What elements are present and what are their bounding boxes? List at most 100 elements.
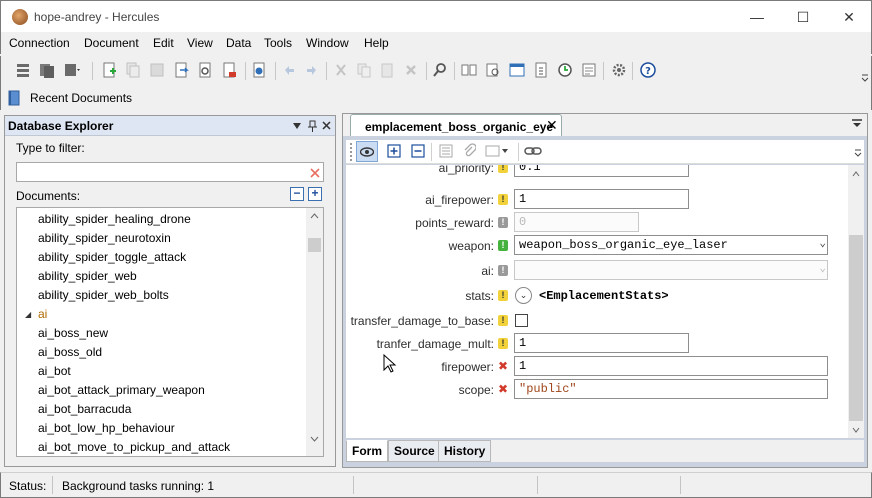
ai-priority-input[interactable]: 0.1 — [514, 165, 689, 177]
refresh-icon[interactable] — [251, 62, 267, 78]
scroll-up-icon[interactable] — [310, 213, 319, 219]
tree-item[interactable]: ai_boss_new — [38, 324, 108, 343]
menu-data[interactable]: Data — [226, 36, 251, 50]
clear-filter-icon[interactable] — [310, 168, 320, 178]
form-scrollbar[interactable] — [848, 165, 864, 438]
tab-source[interactable]: Source — [388, 440, 441, 462]
eye-icon — [360, 147, 374, 157]
maximize-button[interactable]: ☐ — [780, 1, 826, 33]
collapse-all-button[interactable]: − — [290, 187, 304, 201]
attachment-icon — [464, 143, 476, 157]
recent-documents-bar[interactable]: Recent Documents — [0, 86, 872, 110]
link-icon[interactable] — [524, 145, 542, 157]
close-panel-icon[interactable] — [322, 121, 331, 130]
panel-menu-icon[interactable] — [293, 123, 301, 129]
history-icon[interactable] — [557, 62, 573, 78]
firepower-input[interactable]: 1 — [514, 356, 828, 376]
tree-item[interactable]: ai_boss_old — [38, 343, 102, 362]
new-document-icon[interactable] — [101, 62, 117, 78]
expand-stats-button[interactable]: ⌄ — [515, 287, 532, 304]
tree-item[interactable]: ai_bot_barracuda — [38, 400, 131, 419]
pin-icon[interactable] — [308, 120, 317, 132]
tree-item[interactable]: ability_spider_neurotoxin — [38, 229, 171, 248]
documents-scrollbar[interactable] — [306, 208, 323, 456]
tranfer-damage-mult-input[interactable]: 1 — [514, 333, 689, 353]
delete-icon — [406, 65, 416, 75]
filter-input[interactable] — [16, 162, 324, 182]
menu-window[interactable]: Window — [306, 36, 349, 50]
tree-item[interactable]: ability_spider_toggle_attack — [38, 248, 186, 267]
dropdown-chevron-icon: ⌄ — [819, 263, 826, 275]
editor-toolbar-overflow-icon[interactable] — [854, 144, 862, 158]
tree-item[interactable]: ai_bot_move_to_pickup_and_attack — [38, 438, 230, 456]
report-icon[interactable] — [581, 62, 597, 78]
tree-folder-ai[interactable]: ai — [38, 305, 47, 324]
table-view-icon[interactable] — [509, 62, 525, 78]
database-copy-icon[interactable] — [39, 62, 55, 78]
tree-item[interactable]: ability_spider_healing_drone — [38, 210, 191, 229]
field-firepower: firepower: ✖ 1 — [346, 356, 848, 378]
menu-help[interactable]: Help — [364, 36, 389, 50]
menu-document[interactable]: Document — [84, 36, 139, 50]
close-window-button[interactable]: ✕ — [826, 1, 872, 33]
script-icon[interactable] — [533, 62, 549, 78]
redo-icon — [307, 66, 316, 75]
expand-all-icon[interactable] — [387, 144, 401, 158]
database-menu-icon[interactable] — [64, 62, 80, 78]
scroll-up-icon[interactable] — [852, 171, 860, 177]
menu-connection[interactable]: Connection — [9, 36, 70, 50]
weapon-select[interactable]: weapon_boss_organic_eye_laser ⌄ — [514, 235, 828, 255]
tree-item[interactable]: ai_bot_low_hp_behaviour — [38, 419, 175, 438]
folder-expanded-icon[interactable]: ◢ — [25, 305, 31, 324]
collapse-all-icon[interactable] — [411, 144, 425, 158]
field-label: scope: — [458, 383, 494, 397]
document-editor: emplacement_boss_organic_eye ✕ ai_priori… — [342, 113, 868, 468]
tree-item[interactable]: ai_bot — [38, 362, 71, 381]
tree-item[interactable]: ability_spider_web — [38, 267, 137, 286]
database-list-icon[interactable] — [15, 62, 31, 78]
stats-type-label: <EmplacementStats> — [539, 289, 669, 303]
field-label: stats: — [465, 289, 494, 303]
search-documents-icon[interactable] — [485, 62, 501, 78]
documents-scroll-thumb[interactable] — [308, 238, 321, 252]
status-label: Status: — [9, 479, 47, 493]
tree-item[interactable]: ai_bot_attack_primary_weapon — [38, 381, 205, 400]
document-tab[interactable]: emplacement_boss_organic_eye ✕ — [350, 114, 562, 136]
export-document-icon[interactable] — [173, 62, 189, 78]
undo-icon — [285, 66, 294, 75]
form-scroll-thumb[interactable] — [849, 235, 863, 421]
menu-view[interactable]: View — [187, 36, 213, 50]
title-bar: hope-andrey - Hercules — ☐ ✕ — [0, 0, 872, 32]
close-tab-icon[interactable]: ✕ — [546, 117, 558, 134]
menu-edit[interactable]: Edit — [153, 36, 174, 50]
expand-all-button[interactable]: + — [308, 187, 322, 201]
compare-icon[interactable] — [461, 62, 477, 78]
toolbar-grip — [350, 143, 352, 161]
help-icon[interactable]: ? — [640, 62, 656, 78]
find-icon[interactable] — [432, 62, 448, 78]
documents-tree: ability_spider_healing_drone ability_spi… — [16, 207, 324, 457]
main-toolbar: ? — [0, 56, 872, 86]
scroll-down-icon[interactable] — [852, 427, 860, 433]
document-settings-icon[interactable] — [197, 62, 213, 78]
menu-tools[interactable]: Tools — [264, 36, 292, 50]
minimize-button[interactable]: — — [734, 1, 780, 33]
mouse-cursor-icon — [383, 354, 397, 373]
tab-list-icon[interactable] — [852, 119, 862, 128]
delete-document-icon[interactable] — [221, 62, 237, 78]
field-ai: ai: ! ⌄ — [346, 260, 848, 282]
database-explorer-header: Database Explorer — [5, 116, 335, 136]
settings-gear-icon[interactable] — [611, 62, 627, 78]
field-scope: scope: ✖ "public" — [346, 379, 848, 401]
scope-input[interactable]: "public" — [514, 379, 828, 399]
layout-dropdown-icon[interactable] — [485, 144, 509, 158]
tree-item[interactable]: ability_spider_web_bolts — [38, 286, 169, 305]
tab-form[interactable]: Form — [346, 440, 388, 462]
tab-history[interactable]: History — [438, 440, 492, 462]
toolbar-overflow-icon[interactable] — [861, 74, 869, 82]
scroll-down-icon[interactable] — [310, 436, 319, 442]
preview-toggle[interactable] — [356, 141, 378, 162]
transfer-damage-to-base-checkbox[interactable] — [515, 314, 528, 327]
field-error-icon: ✖ — [498, 359, 509, 373]
ai-firepower-input[interactable]: 1 — [514, 189, 689, 209]
